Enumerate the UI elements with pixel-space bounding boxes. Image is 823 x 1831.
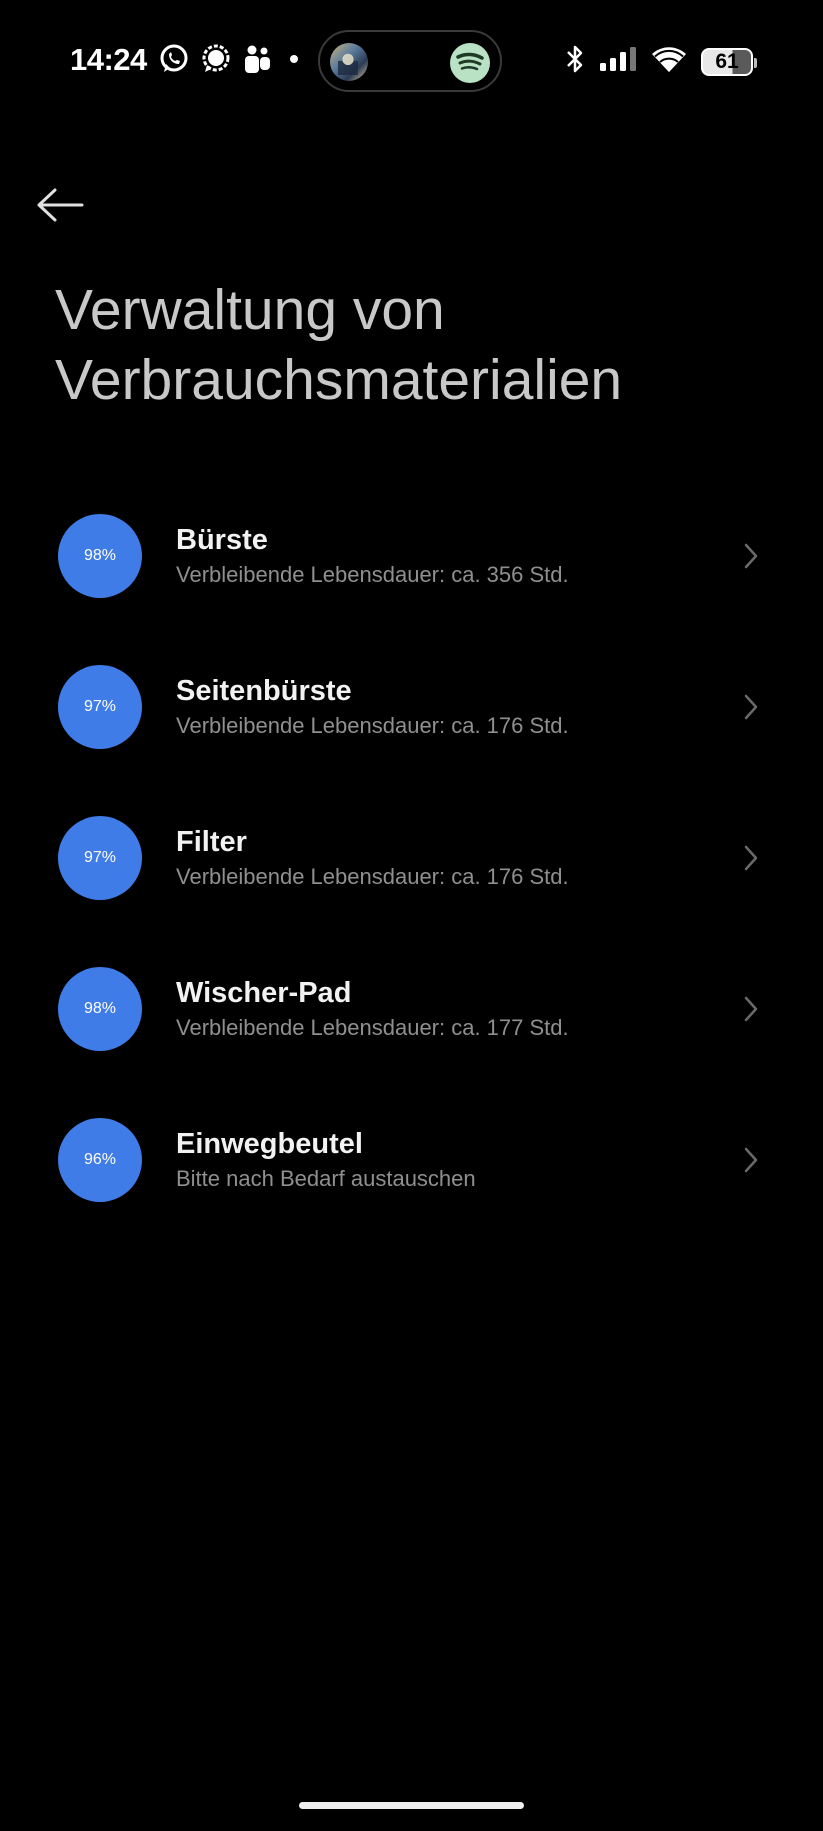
page-title: Verwaltung von Verbrauchsmaterialien	[55, 278, 623, 412]
system-icons: 61	[565, 44, 757, 79]
chevron-right-icon	[739, 1146, 763, 1174]
item-subtitle: Bitte nach Bedarf austauschen	[176, 1165, 476, 1191]
remaining-percent-badge: 98%	[58, 966, 142, 1051]
item-name: Filter	[176, 825, 247, 858]
item-subtitle: Verbleibende Lebensdauer: ca. 176 Std.	[176, 863, 569, 889]
home-indicator[interactable]	[299, 1802, 524, 1809]
teams-icon	[242, 43, 272, 75]
item-name: Bürste	[176, 523, 268, 556]
list-item-seitenbuerste[interactable]: 97% Seitenbürste Verbleibende Lebensdaue…	[0, 631, 823, 782]
item-name: Wischer-Pad	[176, 976, 352, 1009]
whatsapp-icon	[158, 43, 190, 75]
album-art	[330, 43, 368, 81]
bluetooth-icon	[565, 44, 585, 79]
cellular-signal-icon	[599, 46, 637, 77]
chevron-right-icon	[739, 542, 763, 570]
dynamic-island[interactable]	[318, 30, 502, 92]
chevron-right-icon	[739, 693, 763, 721]
notification-icons	[158, 43, 298, 75]
back-button[interactable]	[30, 182, 90, 232]
item-text: Wischer-Pad Verbleibende Lebensdauer: ca…	[176, 975, 733, 1043]
more-notifications-dot	[290, 55, 298, 63]
item-text: Bürste Verbleibende Lebensdauer: ca. 356…	[176, 522, 733, 590]
list-item-wischer-pad[interactable]: 98% Wischer-Pad Verbleibende Lebensdauer…	[0, 933, 823, 1084]
remaining-percent-badge: 97%	[58, 664, 142, 749]
remaining-percent-badge: 97%	[58, 815, 142, 900]
chevron-right-icon	[739, 844, 763, 872]
wifi-icon	[651, 45, 687, 78]
battery-icon: 61	[701, 47, 757, 76]
item-subtitle: Verbleibende Lebensdauer: ca. 176 Std.	[176, 712, 569, 738]
item-name: Einwegbeutel	[176, 1127, 363, 1160]
list-item-einwegbeutel[interactable]: 96% Einwegbeutel Bitte nach Bedarf austa…	[0, 1084, 823, 1235]
remaining-percent-badge: 96%	[58, 1117, 142, 1202]
battery-level: 61	[715, 50, 739, 73]
item-subtitle: Verbleibende Lebensdauer: ca. 356 Std.	[176, 561, 569, 587]
item-text: Seitenbürste Verbleibende Lebensdauer: c…	[176, 673, 733, 741]
remaining-percent-badge: 98%	[58, 513, 142, 598]
list-item-buerste[interactable]: 98% Bürste Verbleibende Lebensdauer: ca.…	[0, 480, 823, 631]
item-subtitle: Verbleibende Lebensdauer: ca. 177 Std.	[176, 1014, 569, 1040]
arrow-left-icon	[35, 187, 85, 228]
item-name: Seitenbürste	[176, 674, 352, 707]
item-text: Einwegbeutel Bitte nach Bedarf austausch…	[176, 1126, 733, 1194]
status-time: 14:24	[70, 42, 147, 77]
spotify-icon	[450, 43, 490, 83]
item-text: Filter Verbleibende Lebensdauer: ca. 176…	[176, 824, 733, 892]
signal-messenger-icon	[200, 43, 232, 75]
status-bar: 14:24 61	[0, 0, 823, 120]
chevron-right-icon	[739, 995, 763, 1023]
list-item-filter[interactable]: 97% Filter Verbleibende Lebensdauer: ca.…	[0, 782, 823, 933]
consumables-list: 98% Bürste Verbleibende Lebensdauer: ca.…	[0, 480, 823, 1235]
